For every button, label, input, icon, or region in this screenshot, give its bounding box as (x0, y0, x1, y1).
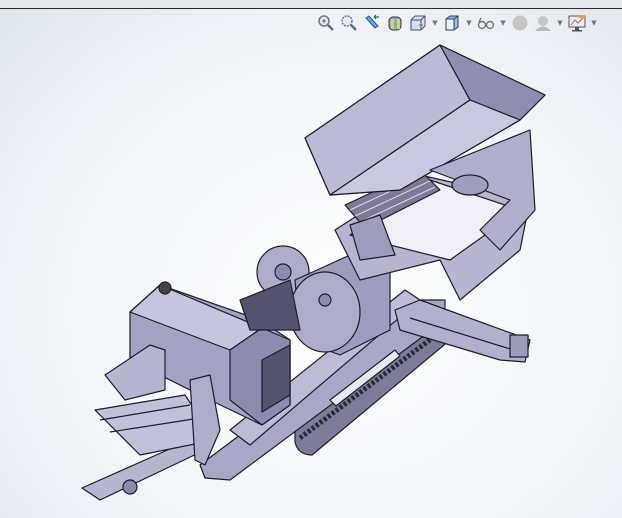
mobile-crusher-model (81, 44, 546, 501)
graphics-area-model[interactable] (0, 0, 622, 518)
